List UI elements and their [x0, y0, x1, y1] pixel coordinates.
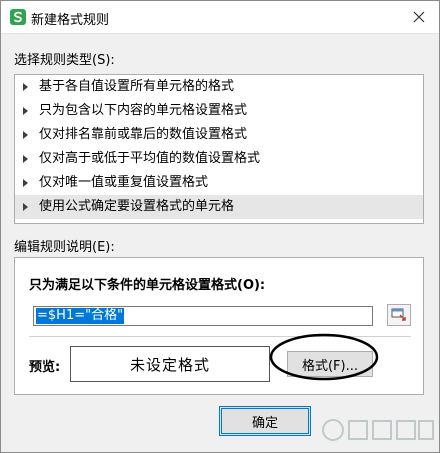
- range-select-icon: [391, 308, 406, 321]
- triangle-right-icon: [23, 203, 28, 211]
- rule-type-item-5[interactable]: 使用公式确定要设置格式的单元格: [15, 195, 423, 219]
- rule-type-list: 基于各自值设置所有单元格的格式 只为包含以下内容的单元格设置格式 仅对排名靠前或…: [14, 74, 424, 224]
- close-icon: [413, 11, 425, 23]
- rule-type-item-3[interactable]: 仅对高于或低于平均值的数值设置格式: [15, 147, 423, 171]
- rule-type-item-2[interactable]: 仅对排名靠前或靠后的数值设置格式: [15, 123, 423, 147]
- condition-label: 只为满足以下条件的单元格设置格式(O):: [29, 278, 266, 293]
- rule-type-item-0[interactable]: 基于各自值设置所有单元格的格式: [15, 75, 423, 99]
- preview-label: 预览:: [29, 360, 61, 375]
- rule-type-item-label: 仅对高于或低于平均值的数值设置格式: [39, 151, 261, 166]
- edit-rule-label: 编辑规则说明(E):: [14, 240, 115, 255]
- range-select-button[interactable]: [387, 304, 411, 326]
- watermark-logo: [322, 419, 434, 441]
- rule-type-item-1[interactable]: 只为包含以下内容的单元格设置格式: [15, 99, 423, 123]
- edit-rule-panel: 只为满足以下条件的单元格设置格式(O): =$H1="合格" 预览: 未设定格式…: [14, 257, 424, 395]
- rule-type-item-label: 只为包含以下内容的单元格设置格式: [39, 103, 248, 118]
- preview-box: 未设定格式: [70, 346, 270, 382]
- panel-divider: [29, 336, 411, 337]
- title-bar: 新建格式规则: [1, 1, 439, 34]
- window-title: 新建格式规则: [31, 13, 110, 28]
- triangle-right-icon: [23, 107, 28, 115]
- rule-type-item-label: 仅对排名靠前或靠后的数值设置格式: [39, 127, 248, 142]
- triangle-right-icon: [23, 155, 28, 163]
- app-icon: [10, 9, 26, 25]
- triangle-right-icon: [23, 131, 28, 139]
- triangle-right-icon: [23, 179, 28, 187]
- format-button[interactable]: 格式(F)...: [287, 351, 373, 377]
- triangle-right-icon: [23, 83, 28, 91]
- rule-type-item-4[interactable]: 仅对唯一值或重复值设置格式: [15, 171, 423, 195]
- rule-type-item-label: 仅对唯一值或重复值设置格式: [39, 175, 209, 190]
- formula-input[interactable]: =$H1="合格": [33, 306, 373, 326]
- rule-type-item-label: 使用公式确定要设置格式的单元格: [39, 199, 235, 214]
- new-format-rule-dialog: 新建格式规则 选择规则类型(S): 基于各自值设置所有单元格的格式 只为包含以下…: [0, 0, 440, 453]
- close-button[interactable]: [407, 5, 431, 29]
- rule-type-item-label: 基于各自值设置所有单元格的格式: [39, 79, 235, 94]
- ok-button[interactable]: 确定: [219, 406, 311, 436]
- formula-value: =$H1="合格": [36, 308, 125, 324]
- rule-type-label: 选择规则类型(S):: [14, 53, 115, 68]
- preview-text: 未设定格式: [129, 355, 210, 374]
